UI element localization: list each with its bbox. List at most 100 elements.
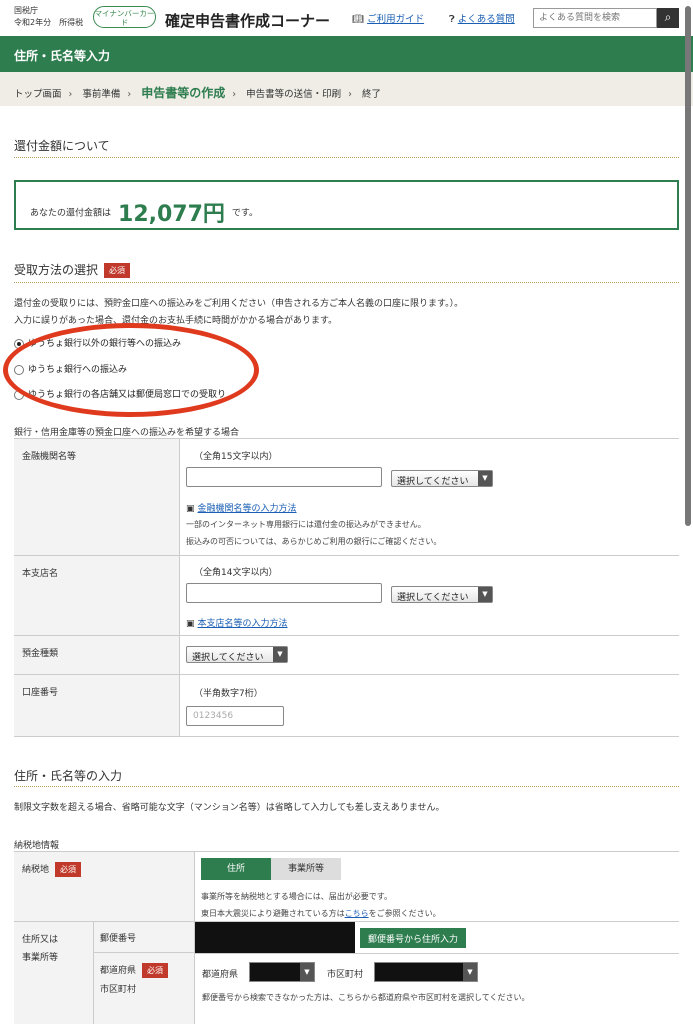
faq-search-input[interactable] [533,8,657,28]
tab-home-address[interactable]: 住所 [201,858,271,880]
institution-input[interactable] [186,467,382,487]
chevron-right-icon: › [127,89,132,100]
link-label: 金融機関名等の入力方法 [197,504,297,514]
postal-code-label: 郵便番号 [94,922,195,953]
pref-label-text: 都道府県 [100,966,137,976]
dropdown-arrow-icon: ▼ [463,963,477,981]
tax-year: 令和2年分 所得税 [14,18,84,27]
account-number-label: 口座番号 [14,675,180,736]
window-icon: ▣ [186,619,195,629]
app-title: 確定申告書作成コーナー [165,12,331,30]
institution-hint: （全角15文字以内） [194,452,278,462]
account-number-input[interactable]: 0123456 [186,706,284,726]
address-label: 住所又は 事業所等 [14,922,94,1024]
table-row: 納税地 必須 住所 事業所等 事業所等を納税地とする場合には、届出が必要です。 東… [14,852,679,922]
refund-amount-box: あなたの還付金額は 12,077円 です。 [14,180,679,230]
agency-name: 国税庁 [14,6,38,15]
divider [195,953,679,954]
breadcrumb-step: 事前準備 [82,89,121,100]
branch-hint: （全角14文字以内） [194,568,278,578]
highlight-annotation [3,323,259,417]
note-text: 東日本大震災により避難されている方は [201,909,345,918]
branch-help-link[interactable]: ▣ 本支店名等の入力方法 [186,616,288,629]
breadcrumb-current-step: 申告書等の作成 [141,86,226,100]
institution-cell: （全角15文字以内） 選択してください ▼ ▣ 金融機関名等の入力方法 一部のインタ… [180,439,679,555]
faq-link[interactable]: ❓︎ よくある質問 [449,11,515,25]
tax-place-note-2: 東日本大震災により避難されている方はこちらをご参照ください。 [201,908,441,919]
institution-help-link[interactable]: ▣ 金融機関名等の入力方法 [186,501,297,514]
note-text: をご参照ください。 [368,909,441,918]
branch-select[interactable]: 選択してください ▼ [391,586,493,603]
deposit-type-cell: 選択してください ▼ [180,636,679,674]
dropdown-arrow-icon: ▼ [300,963,314,981]
city-select[interactable]: ▼ [374,962,478,982]
chevron-right-icon: › [348,89,352,100]
agency-info: 国税庁 令和2年分 所得税 [14,5,83,29]
branch-cell: （全角14文字以内） 選択してください ▼ ▣ 本支店名等の入力方法 [180,556,679,635]
branch-input[interactable] [186,583,382,603]
table-row: 口座番号 （半角数字7桁） 0123456 [14,675,679,737]
link-label: 本支店名等の入力方法 [197,619,288,629]
tax-place-caption: 納税地情報 [14,841,60,851]
refund-section-title: 還付金額について [14,139,110,153]
branch-label: 本支店名 [14,556,180,635]
required-badge: 必須 [142,963,169,978]
select-value: 選択してください [192,653,264,663]
receive-method-title: 受取方法の選択 必須 [14,261,131,278]
receive-method-label: 受取方法の選択 [14,263,99,277]
refund-prefix: あなたの還付金額は [30,208,112,219]
select-value: 選択してください [397,477,469,487]
dropdown-arrow-icon: ▼ [273,647,287,662]
address-table: 納税地 必須 住所 事業所等 事業所等を納税地とする場合には、届出が必要です。 東… [14,851,679,1024]
refund-suffix: です。 [231,208,259,219]
pref-field-label: 都道府県 [202,970,239,980]
address-label-line: 事業所等 [22,953,59,963]
select-value: 選択してください [397,593,469,603]
address-section-title: 住所・氏名等の入力 [14,769,123,783]
institution-select[interactable]: 選択してください ▼ [391,470,493,487]
address-description: 制限文字数を超える場合、省略可能な文字（マンション名等）は省略して入力しても差し… [14,803,445,813]
book-icon: 📖︎ [352,14,365,25]
table-row: 預金種類 選択してください ▼ [14,636,679,675]
chevron-right-icon: › [232,89,237,100]
receive-description-2: 入力に誤りがあった場合、還付金のお支払手続に時間がかかる場合があります。 [14,316,338,326]
tax-place-cell: 住所 事業所等 事業所等を納税地とする場合には、届出が必要です。 東日本大震災に… [195,852,679,921]
postal-code-input-redacted[interactable] [195,922,355,953]
city-field-label: 市区町村 [327,970,364,980]
question-icon: ❓︎ [449,14,455,25]
bank-caption: 銀行・信用金庫等の預金口座への振込みを希望する場合 [14,428,240,438]
table-row: 金融機関名等 （全角15文字以内） 選択してください ▼ ▣ 金融機関名等の入力方法… [14,439,679,556]
institution-label: 金融機関名等 [14,439,180,555]
tax-place-label: 納税地 必須 [14,852,195,921]
deposit-type-select[interactable]: 選択してください ▼ [186,646,288,663]
tab-office-address[interactable]: 事業所等 [271,858,341,880]
deposit-type-label: 預金種類 [14,636,180,674]
window-icon: ▣ [186,504,195,514]
divider [14,786,679,787]
institution-note-2: 振込みの可否については、あらかじめご利用の銀行にご確認ください。 [186,537,442,546]
chevron-right-icon: › [68,89,73,100]
required-badge: 必須 [55,862,82,877]
prefecture-select[interactable]: ▼ [249,962,315,982]
dropdown-arrow-icon: ▼ [478,471,492,486]
table-row: 本支店名 （全角14文字以内） 選択してください ▼ ▣ 本支店名等の入力方法 [14,556,679,636]
account-number-cell: （半角数字7桁） 0123456 [180,675,679,736]
search-icon[interactable]: ⌕ [657,8,679,28]
address-label-line: 住所又は [22,935,59,945]
mynumber-card-button[interactable]: マイナンバーカード [93,6,156,28]
table-row: 住所又は 事業所等 郵便番号 都道府県 必須 市区町村 郵便番号から住所入力 都道府県… [14,922,679,1024]
breadcrumb-step: 申告書等の送信・印刷 [246,89,342,100]
account-hint: （半角数字7桁） [194,689,263,699]
evacuee-link[interactable]: こちら [345,909,369,918]
divider [14,157,679,158]
divider [14,282,679,283]
pref-note: 郵便番号から検索できなかった方は、こちらから都道府県や市区町村を選択してください… [202,993,530,1002]
guide-link-label: ご利用ガイド [367,14,425,25]
scrollbar[interactable] [685,6,691,526]
institution-note-1: 一部のインターネット専用銀行には還付金の振込みができません。 [186,520,426,529]
pref-city-label: 都道府県 必須 市区町村 [94,953,195,1024]
guide-link[interactable]: 📖︎ ご利用ガイド [352,11,424,25]
tax-place-text: 納税地 [22,865,50,875]
postal-lookup-button[interactable]: 郵便番号から住所入力 [360,928,467,948]
required-badge: 必須 [104,263,131,278]
